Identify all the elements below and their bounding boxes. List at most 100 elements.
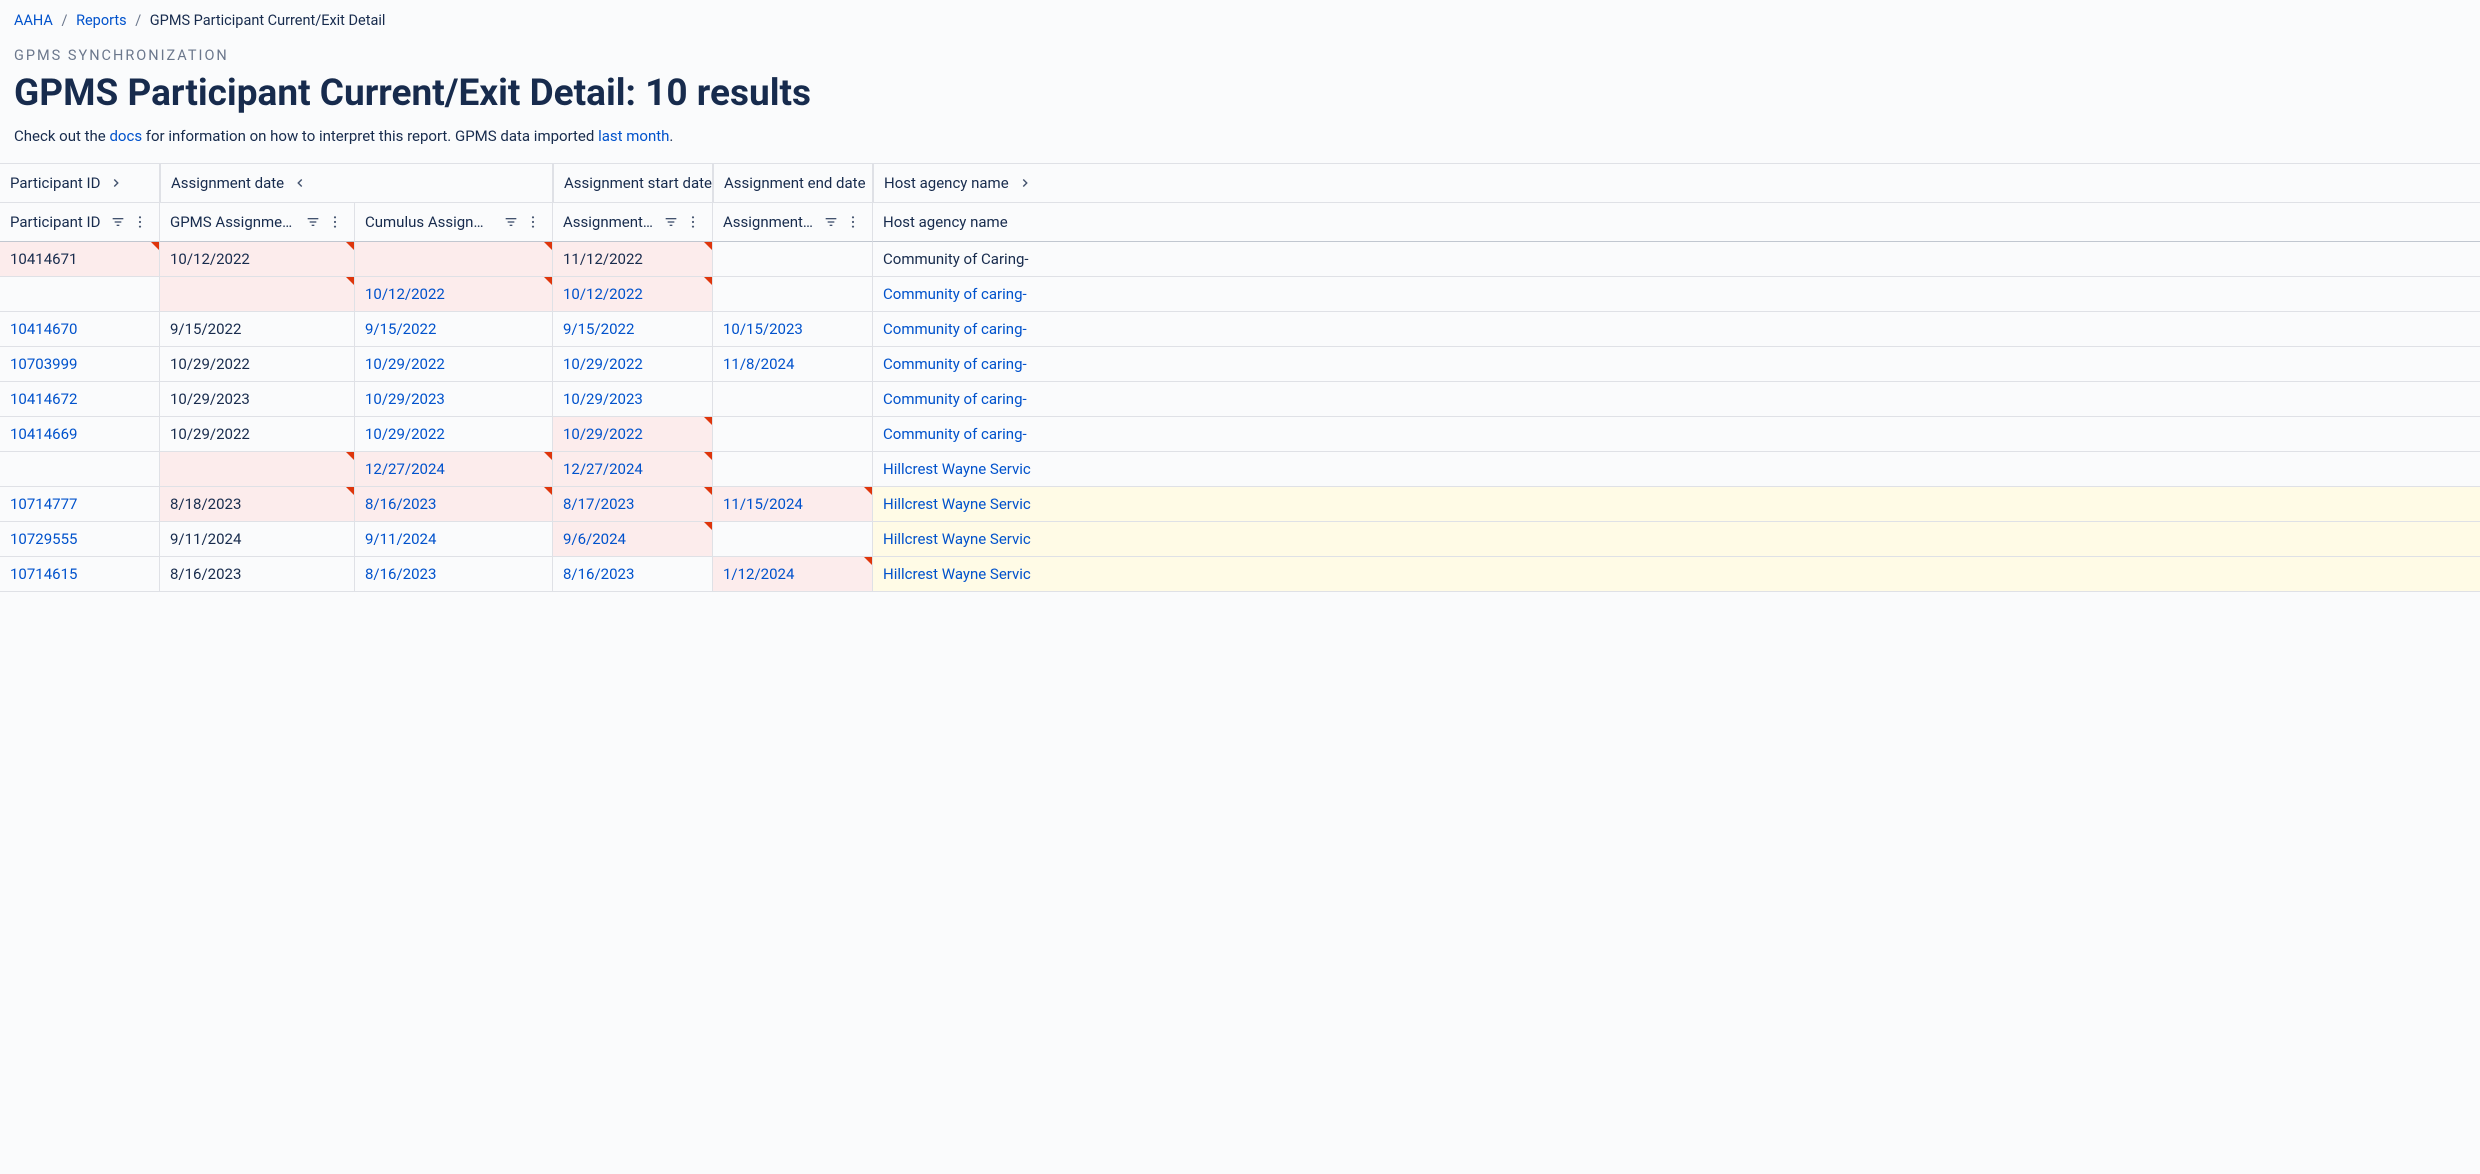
cell-value: Community of caring- [883, 320, 1027, 338]
cell-start[interactable]: 10/29/2022 [553, 417, 713, 452]
cell-start[interactable]: 10/29/2022 [553, 347, 713, 382]
subtitle-text: for information on how to interpret this… [142, 127, 598, 145]
cell-host[interactable]: Hillcrest Wayne Servic [873, 522, 2480, 557]
group-header-row: Participant ID Assignment date Assignmen… [0, 164, 2480, 203]
cell-host[interactable]: Hillcrest Wayne Servic [873, 452, 2480, 487]
group-header-assignment-end[interactable]: Assignment end date [713, 164, 873, 203]
column-menu-icon[interactable] [326, 213, 344, 231]
cell-value: 8/16/2023 [563, 565, 634, 583]
cell-host[interactable]: Community of caring- [873, 417, 2480, 452]
column-menu-icon[interactable] [844, 213, 862, 231]
cell-pid[interactable]: 10729555 [0, 522, 160, 557]
cell-cad[interactable]: 10/29/2022 [355, 417, 553, 452]
cell-cad[interactable]: 9/15/2022 [355, 312, 553, 347]
cell-value: 10414669 [10, 425, 77, 443]
cell-start[interactable]: 12/27/2024 [553, 452, 713, 487]
cell-value: 10/12/2022 [170, 250, 250, 268]
cell-value: 10/29/2022 [563, 425, 643, 443]
column-menu-icon[interactable] [684, 213, 702, 231]
last-month-link[interactable]: last month [598, 127, 669, 145]
cell-value: 9/11/2024 [170, 530, 241, 548]
breadcrumb-root[interactable]: AAHA [14, 12, 53, 29]
cell-host[interactable]: Community of caring- [873, 277, 2480, 312]
column-menu-icon[interactable] [131, 213, 149, 231]
cell-cad[interactable]: 10/29/2022 [355, 347, 553, 382]
cell-host[interactable]: Hillcrest Wayne Servic [873, 487, 2480, 522]
cell-host[interactable]: Community of caring- [873, 382, 2480, 417]
filter-icon[interactable] [109, 213, 127, 231]
cell-end [713, 452, 873, 487]
eyebrow: GPMS SYNCHRONIZATION [14, 47, 2466, 64]
cell-cad[interactable]: 12/27/2024 [355, 452, 553, 487]
cell-value: Community of Caring- [883, 250, 1029, 268]
column-header-gpms-assignment-date[interactable]: GPMS Assignment date [160, 203, 355, 242]
cell-start[interactable]: 9/6/2024 [553, 522, 713, 557]
breadcrumb-section[interactable]: Reports [76, 12, 127, 29]
table-row: 1041467110/12/202211/12/2022Community of… [0, 242, 2480, 277]
column-header-label: Assignment start d… [563, 213, 656, 231]
cell-gad: 9/11/2024 [160, 522, 355, 557]
filter-icon[interactable] [304, 213, 322, 231]
cell-pid[interactable]: 10714777 [0, 487, 160, 522]
group-header-assignment-start[interactable]: Assignment start date [553, 164, 713, 203]
cell-value: Community of caring- [883, 425, 1027, 443]
column-header-host-agency[interactable]: Host agency name [873, 203, 2480, 242]
cell-gad: 10/12/2022 [160, 242, 355, 277]
column-header-assignment-start[interactable]: Assignment start d… [553, 203, 713, 242]
cell-value: Hillcrest Wayne Servic [883, 565, 1031, 583]
cell-value: 10714777 [10, 495, 77, 513]
cell-end[interactable]: 10/15/2023 [713, 312, 873, 347]
column-header-participant-id[interactable]: Participant ID [0, 203, 160, 242]
breadcrumb-sep: / [61, 12, 67, 29]
cell-value: 8/17/2023 [563, 495, 634, 513]
group-header-label: Assignment date [171, 174, 284, 192]
breadcrumb-sep: / [135, 12, 141, 29]
cell-pid[interactable]: 10414672 [0, 382, 160, 417]
cell-value: 9/15/2022 [563, 320, 634, 338]
page-subtitle: Check out the docs for information on ho… [14, 127, 2466, 145]
cell-cad[interactable]: 8/16/2023 [355, 487, 553, 522]
cell-start[interactable]: 10/12/2022 [553, 277, 713, 312]
cell-pid[interactable]: 10414670 [0, 312, 160, 347]
docs-link[interactable]: docs [109, 127, 142, 145]
cell-cad[interactable]: 8/16/2023 [355, 557, 553, 592]
changed-flag-icon [346, 487, 354, 495]
subtitle-text: Check out the [14, 127, 109, 145]
changed-flag-icon [864, 557, 872, 565]
cell-host[interactable]: Community of caring- [873, 312, 2480, 347]
filter-icon[interactable] [822, 213, 840, 231]
column-menu-icon[interactable] [524, 213, 542, 231]
cell-value: 10/29/2022 [563, 355, 643, 373]
cell-end [713, 277, 873, 312]
group-header-host-agency[interactable]: Host agency name [873, 164, 2480, 203]
cell-host[interactable]: Hillcrest Wayne Servic [873, 557, 2480, 592]
cell-cad[interactable]: 9/11/2024 [355, 522, 553, 557]
cell-end[interactable]: 11/15/2024 [713, 487, 873, 522]
cell-value: Hillcrest Wayne Servic [883, 495, 1031, 513]
cell-cad[interactable]: 10/29/2023 [355, 382, 553, 417]
column-header-cumulus-assignment-date[interactable]: Cumulus Assignment date [355, 203, 553, 242]
changed-flag-icon [544, 242, 552, 250]
group-header-participant-id[interactable]: Participant ID [0, 164, 160, 203]
table-row: 104146709/15/20229/15/20229/15/202210/15… [0, 312, 2480, 347]
cell-end[interactable]: 1/12/2024 [713, 557, 873, 592]
cell-end [713, 242, 873, 277]
filter-icon[interactable] [662, 213, 680, 231]
cell-start[interactable]: 8/17/2023 [553, 487, 713, 522]
cell-pid[interactable]: 10703999 [0, 347, 160, 382]
cell-gad [160, 277, 355, 312]
cell-gad: 9/15/2022 [160, 312, 355, 347]
cell-cad[interactable]: 10/12/2022 [355, 277, 553, 312]
cell-end[interactable]: 11/8/2024 [713, 347, 873, 382]
cell-start[interactable]: 8/16/2023 [553, 557, 713, 592]
cell-start[interactable]: 10/29/2023 [553, 382, 713, 417]
cell-host[interactable]: Community of caring- [873, 347, 2480, 382]
group-header-assignment-date[interactable]: Assignment date [160, 164, 553, 203]
cell-value: 10729555 [10, 530, 77, 548]
filter-icon[interactable] [502, 213, 520, 231]
column-header-assignment-end[interactable]: Assignment end d… [713, 203, 873, 242]
cell-start[interactable]: 9/15/2022 [553, 312, 713, 347]
cell-pid[interactable]: 10714615 [0, 557, 160, 592]
cell-pid[interactable]: 10414669 [0, 417, 160, 452]
column-header-label: Host agency name [883, 213, 2470, 231]
